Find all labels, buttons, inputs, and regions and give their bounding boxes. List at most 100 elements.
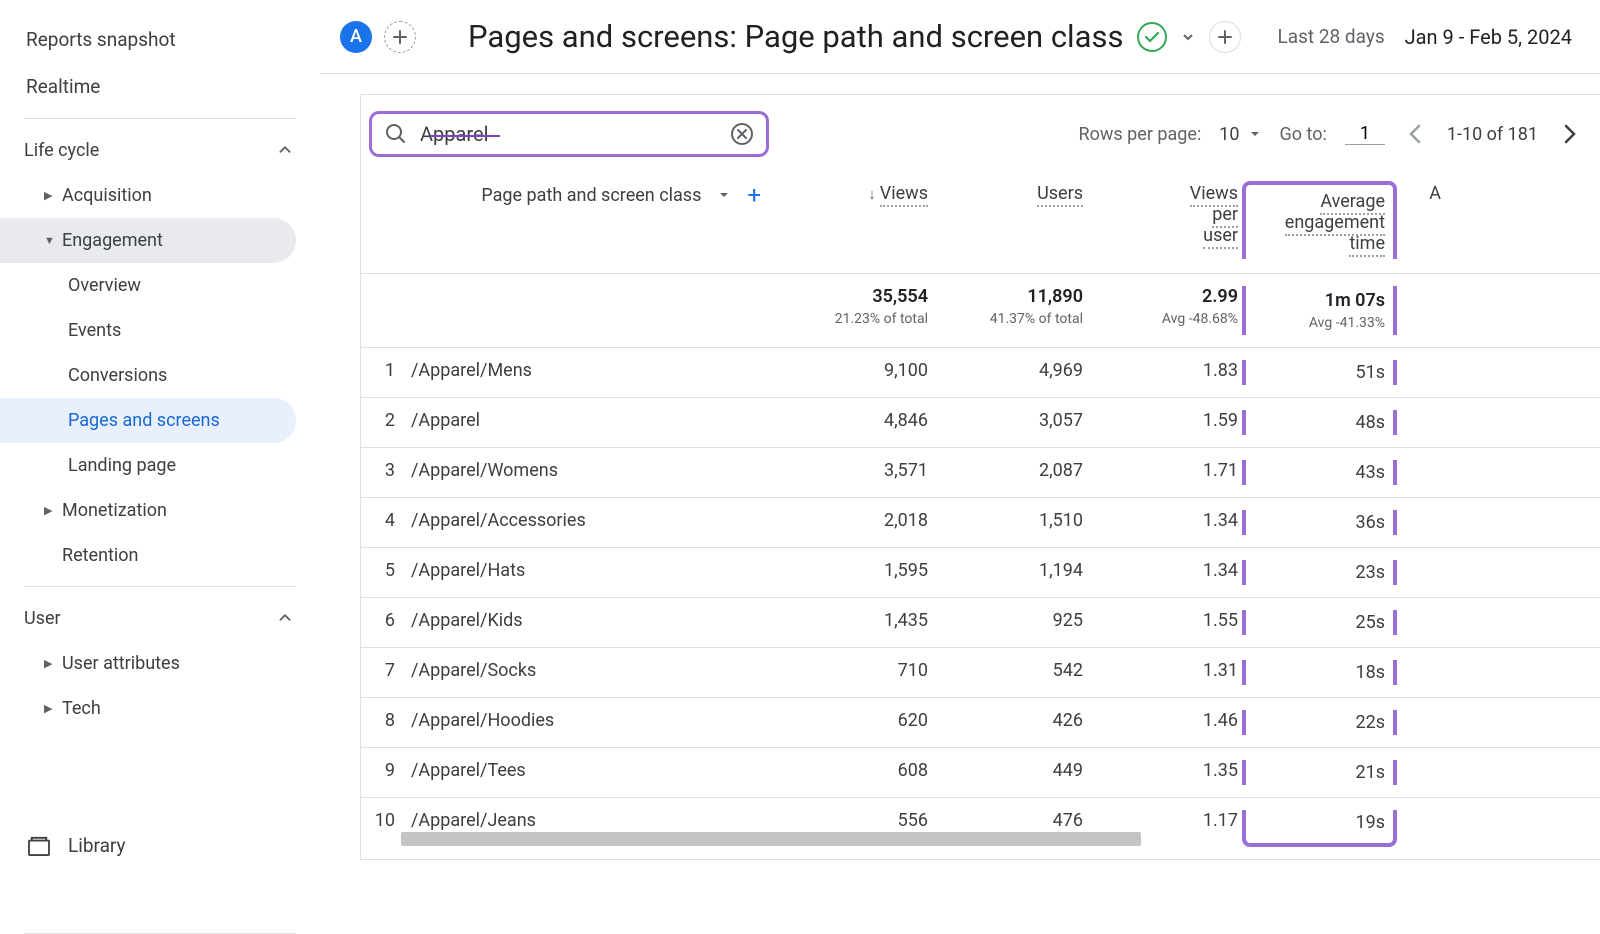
horizontal-scrollbar[interactable] — [401, 832, 1141, 846]
goto-input[interactable] — [1345, 123, 1385, 145]
cell-engagement: 21s — [1242, 760, 1397, 785]
prev-page-button[interactable] — [1403, 118, 1429, 150]
col-label: Averageengagementtime — [1285, 191, 1385, 257]
table-row[interactable]: 8/Apparel/Hoodies6204261.4622s — [361, 698, 1600, 748]
row-dimension[interactable]: /Apparel/Socks — [411, 660, 781, 685]
sidebar: Reports snapshot Realtime Life cycle ▶ A… — [0, 0, 320, 934]
cell-users: 4,969 — [936, 360, 1091, 385]
page-range: 1-10 of 181 — [1447, 124, 1538, 145]
chevron-up-icon — [274, 607, 296, 629]
nav-realtime[interactable]: Realtime — [0, 63, 296, 110]
cell-views: 1,435 — [781, 610, 936, 635]
cell-engagement: 25s — [1242, 610, 1397, 635]
row-dimension[interactable]: /Apparel/Womens — [411, 460, 781, 485]
page-title: Pages and screens: Page path and screen … — [468, 18, 1123, 55]
col-label: Viewsperuser — [1190, 183, 1238, 249]
col-users[interactable]: Users — [936, 181, 1091, 204]
table-row[interactable]: 7/Apparel/Socks7105421.3118s — [361, 648, 1600, 698]
cell-users: 1,194 — [936, 560, 1091, 585]
add-comparison-button[interactable] — [384, 21, 416, 53]
date-range[interactable]: Jan 9 - Feb 5, 2024 — [1405, 25, 1572, 49]
table-row[interactable]: 9/Apparel/Tees6084491.3521s — [361, 748, 1600, 798]
table-row[interactable]: 1/Apparel/Mens9,1004,9691.8351s — [361, 348, 1600, 398]
nav-group-label: User — [24, 608, 61, 629]
triangle-right-icon: ▶ — [44, 657, 62, 670]
table-row[interactable]: 4/Apparel/Accessories2,0181,5101.3436s — [361, 498, 1600, 548]
row-dimension[interactable]: /Apparel/Kids — [411, 610, 781, 635]
row-index: 1 — [361, 360, 411, 385]
row-dimension[interactable]: /Apparel/Mens — [411, 360, 781, 385]
row-dimension[interactable]: /Apparel/Hats — [411, 560, 781, 585]
col-views-per-user[interactable]: Viewsperuser — [1091, 181, 1246, 246]
nav-landing-page[interactable]: Landing page — [0, 443, 296, 488]
cell-views: 9,100 — [781, 360, 936, 385]
dimension-header[interactable]: Page path and screen class + — [361, 181, 781, 209]
nav-reports-snapshot[interactable]: Reports snapshot — [0, 16, 296, 63]
nav-retention[interactable]: Retention — [0, 533, 296, 578]
table-row[interactable]: 5/Apparel/Hats1,5951,1941.3423s — [361, 548, 1600, 598]
triangle-right-icon: ▶ — [44, 189, 62, 202]
cell-users: 3,057 — [936, 410, 1091, 435]
search-input[interactable] — [420, 122, 730, 146]
total-users: 11,89041.37% of total — [936, 286, 1091, 335]
table-row[interactable]: 3/Apparel/Womens3,5712,0871.7143s — [361, 448, 1600, 498]
col-views[interactable]: ↓Views — [781, 181, 936, 204]
table-header: Page path and screen class + ↓Views User… — [361, 167, 1600, 274]
cell-engagement: 18s — [1242, 660, 1397, 685]
rows-per-page-select[interactable]: 10 — [1219, 124, 1261, 145]
nav-overview[interactable]: Overview — [0, 263, 296, 308]
nav-engagement[interactable]: ▼ Engagement — [0, 218, 296, 263]
goto-label: Go to: — [1280, 124, 1327, 145]
nav-pages-and-screens[interactable]: Pages and screens — [0, 398, 296, 443]
cell-engagement: 19s — [1242, 810, 1397, 847]
row-dimension[interactable]: /Apparel — [411, 410, 781, 435]
row-index: 7 — [361, 660, 411, 685]
add-dimension-button[interactable]: + — [747, 181, 761, 209]
next-page-button[interactable] — [1556, 118, 1582, 150]
avatar[interactable]: A — [340, 21, 372, 53]
nav-monetization[interactable]: ▶ Monetization — [0, 488, 296, 533]
cell-vpu: 1.83 — [1091, 360, 1246, 385]
row-index: 8 — [361, 710, 411, 735]
nav-conversions[interactable]: Conversions — [0, 353, 296, 398]
row-dimension[interactable]: /Apparel/Accessories — [411, 510, 781, 535]
library-label: Library — [68, 834, 126, 857]
nav-label: Acquisition — [62, 185, 152, 206]
cell-engagement: 43s — [1242, 460, 1397, 485]
cell-views: 4,846 — [781, 410, 936, 435]
nav-label: Tech — [62, 698, 101, 719]
pagination: Rows per page: 10 Go to: 1-10 of 181 — [1079, 118, 1582, 150]
col-avg-engagement-time[interactable]: Averageengagementtime — [1242, 181, 1397, 259]
cell-engagement: 23s — [1242, 560, 1397, 585]
library-button[interactable]: Library — [0, 818, 320, 873]
cell-engagement: 36s — [1242, 510, 1397, 535]
cell-views: 608 — [781, 760, 936, 785]
nav-acquisition[interactable]: ▶ Acquisition — [0, 173, 296, 218]
search-underline — [430, 135, 500, 137]
row-dimension[interactable]: /Apparel/Hoodies — [411, 710, 781, 735]
row-index: 3 — [361, 460, 411, 485]
dropdown-caret-icon[interactable] — [1181, 30, 1195, 44]
nav-group-user[interactable]: User — [0, 595, 320, 641]
cell-views: 1,595 — [781, 560, 936, 585]
rows-per-page-label: Rows per page: — [1079, 124, 1202, 145]
table-row[interactable]: 6/Apparel/Kids1,4359251.5525s — [361, 598, 1600, 648]
table-toolbar: Rows per page: 10 Go to: 1-10 of 181 — [361, 95, 1600, 167]
nav-tech[interactable]: ▶ Tech — [0, 686, 296, 731]
customize-report-button[interactable] — [1209, 21, 1241, 53]
clear-search-button[interactable] — [730, 122, 754, 146]
table-row[interactable]: 2/Apparel4,8463,0571.5948s — [361, 398, 1600, 448]
row-index: 4 — [361, 510, 411, 535]
table-row[interactable]: 10/Apparel/Jeans5564761.1719s — [361, 798, 1600, 860]
nav-events[interactable]: Events — [0, 308, 296, 353]
nav-user-attributes[interactable]: ▶ User attributes — [0, 641, 296, 686]
search-box[interactable] — [369, 111, 769, 157]
nav-group-lifecycle[interactable]: Life cycle — [0, 127, 320, 173]
cell-users: 542 — [936, 660, 1091, 685]
status-check-icon[interactable] — [1137, 22, 1167, 52]
cell-views: 710 — [781, 660, 936, 685]
cell-views: 2,018 — [781, 510, 936, 535]
row-dimension[interactable]: /Apparel/Tees — [411, 760, 781, 785]
dropdown-caret-icon[interactable] — [717, 188, 731, 202]
totals-row: 35,55421.23% of total 11,89041.37% of to… — [361, 274, 1600, 348]
